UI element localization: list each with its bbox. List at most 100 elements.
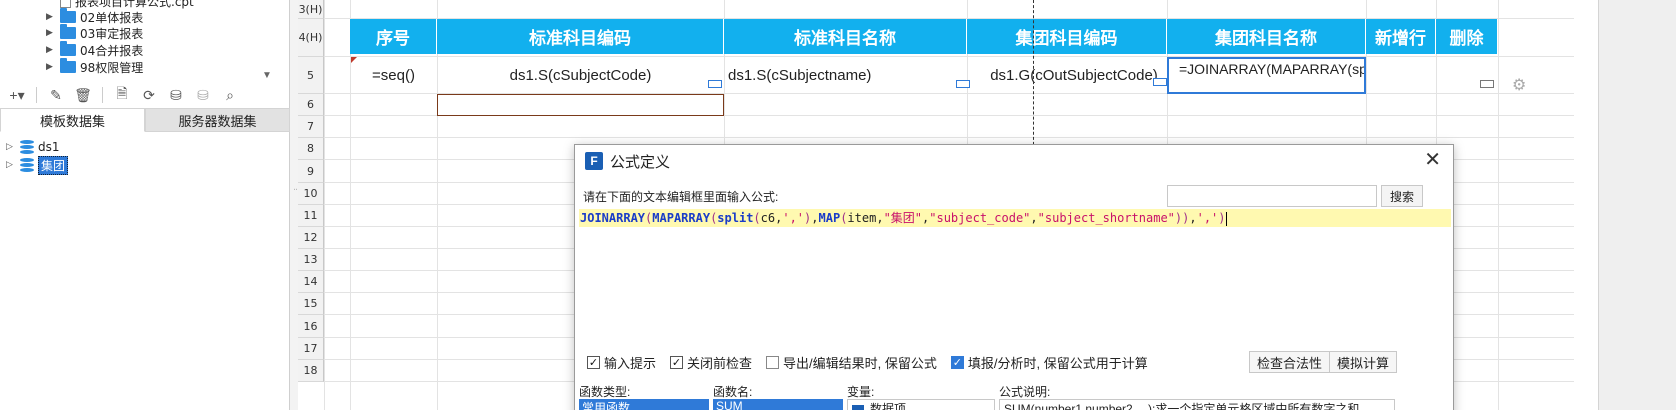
formula-token: ,: [811, 211, 819, 225]
app-window: 报表项目计算公式.cpt ▶ 02单体报表 ▶ 03审定报表 ▶ 04合并报表 …: [0, 0, 1676, 410]
data-cell[interactable]: ds1.S(cSubjectCode): [437, 57, 724, 94]
option-label: 导出/编辑结果时, 保留公式: [783, 356, 937, 371]
row-header[interactable]: 3(H): [298, 0, 324, 19]
gear-icon[interactable]: ⚙: [1512, 75, 1526, 95]
folder-icon: [60, 24, 76, 39]
data-cell[interactable]: ds1.S(cSubjectname): [728, 57, 967, 94]
add-icon[interactable]: +▾: [6, 84, 28, 106]
row-header[interactable]: 11: [298, 205, 324, 227]
row-header[interactable]: 12: [298, 227, 324, 249]
button-widget-icon[interactable]: [1480, 80, 1494, 88]
expand-arrow-icon[interactable]: ▷: [6, 142, 20, 152]
formula-token: c6: [760, 211, 776, 225]
row-header[interactable]: 4(H): [298, 19, 324, 57]
text-caret: [1225, 211, 1227, 226]
checkbox-icon[interactable]: [766, 356, 780, 369]
panel-splitter[interactable]: [290, 0, 298, 410]
dialog-titlebar[interactable]: F 公式定义: [575, 145, 1453, 177]
header-cell[interactable]: 集团科目编码: [967, 19, 1167, 54]
edit-icon[interactable]: ✎: [45, 84, 67, 106]
row-header[interactable]: 14: [298, 271, 324, 293]
row-header[interactable]: 7: [298, 116, 324, 138]
row-header[interactable]: 13: [298, 249, 324, 271]
dialog-options: ✓ 输入提示 ✓ 关闭前检查 导出/编辑结果时, 保留公式 ✓ 填报/分析时, 保留公式用于…: [587, 353, 1148, 372]
description-label: 公式说明:: [999, 385, 1051, 399]
close-icon[interactable]: ✕: [1424, 150, 1441, 170]
formula-token: (: [753, 211, 761, 225]
row-header[interactable]: 16: [298, 315, 324, 338]
expand-arrow-icon[interactable]: ▶: [46, 12, 60, 22]
row-header[interactable]: 6: [298, 94, 324, 116]
formula-line[interactable]: JOINARRAY(MAPARRAY(split(c6,','),MAP(ite…: [579, 209, 1451, 227]
function-type-item[interactable]: 常用函数: [579, 399, 709, 410]
tree-item-label: 02单体报表: [80, 10, 144, 25]
expand-arrow-icon[interactable]: ▶: [46, 62, 60, 72]
data-cell[interactable]: =seq(): [350, 57, 437, 94]
header-cell[interactable]: 标准科目名称: [724, 19, 967, 54]
row-header[interactable]: 17: [298, 338, 324, 360]
header-cell[interactable]: 标准科目编码: [437, 19, 724, 54]
formula-token: JOINARRAY: [580, 211, 646, 225]
expand-marker-icon: [1153, 78, 1167, 86]
row-header[interactable]: 15: [298, 293, 324, 315]
search-icon[interactable]: ⌕: [219, 84, 241, 106]
search-input[interactable]: [1167, 185, 1377, 207]
row-header[interactable]: 10: [298, 183, 324, 205]
copy-selection-frame: [437, 94, 724, 116]
dataset-item-ds1[interactable]: ▷ ds1: [0, 138, 290, 156]
dataset-toolbar: +▾ ✎ 🗑 🗎 ⟳ ⛁ ⛁ ⌕: [0, 82, 290, 108]
expand-arrow-icon[interactable]: ▷: [6, 160, 20, 170]
row-header[interactable]: 9: [298, 160, 324, 183]
app-logo-icon: F: [585, 152, 603, 170]
option-checkbox[interactable]: ✓ 输入提示: [587, 353, 656, 372]
formula-dialog: F 公式定义 ✕ 请在下面的文本编辑框里面输入公式: 搜索 JOINARRAY (…: [574, 144, 1454, 410]
row-header[interactable]: 18: [298, 360, 324, 382]
dataset-label: 集团: [38, 155, 69, 175]
row-header[interactable]: 8: [298, 138, 324, 160]
variable-item[interactable]: 数据项: [847, 399, 995, 410]
option-checkbox[interactable]: ✓ 填报/分析时, 保留公式用于计算: [950, 353, 1148, 372]
delete-icon[interactable]: 🗑: [72, 84, 94, 106]
header-cell[interactable]: 集团科目名称: [1167, 19, 1366, 54]
row-header[interactable]: 5: [298, 57, 324, 94]
check-validity-button[interactable]: 检查合法性: [1249, 351, 1331, 373]
database-icon: [20, 158, 34, 172]
header-cell[interactable]: 序号: [350, 19, 437, 54]
formula-token: ,: [1189, 211, 1197, 225]
preview-icon[interactable]: 🗎: [111, 84, 133, 106]
database-icon[interactable]: ⛁: [165, 84, 187, 106]
tree-item-folder[interactable]: ▶ 03审定报表: [46, 24, 143, 42]
expand-arrow-icon[interactable]: ▶: [46, 45, 60, 55]
data-cell[interactable]: ds1.G(cOutSubjectCode): [967, 57, 1167, 94]
description-text: SUM(number1,number2,…):求一个指定单元格区域中所有数字之和…: [999, 399, 1395, 410]
expand-marker-icon: [708, 80, 722, 88]
tree-item-folder[interactable]: ▶ 04合并报表: [46, 41, 143, 59]
tab-server-datasets[interactable]: 服务器数据集: [145, 108, 290, 132]
checkbox-icon[interactable]: ✓: [670, 356, 684, 369]
option-label: 填报/分析时, 保留公式用于计算: [967, 356, 1148, 371]
header-cell[interactable]: 删除: [1436, 19, 1498, 54]
expand-arrow-icon[interactable]: ▶: [46, 28, 60, 38]
database-icon: [20, 140, 34, 154]
selected-cell[interactable]: =JOINARRAY(MAPARRAY(split(c6,','),MAP(it…: [1167, 57, 1366, 94]
dataset-item-group[interactable]: ▷ 集团: [0, 155, 290, 175]
tab-template-datasets[interactable]: 模板数据集: [0, 108, 145, 132]
option-checkbox[interactable]: 导出/编辑结果时, 保留公式: [766, 353, 937, 372]
function-name-item[interactable]: SUM: [713, 399, 843, 410]
tree-item-label: 04合并报表: [80, 43, 144, 58]
checkbox-icon[interactable]: ✓: [587, 356, 600, 369]
formula-token: MAP: [818, 211, 841, 225]
collapse-chevron-icon[interactable]: ▼: [262, 70, 272, 81]
formula-token: ,: [876, 211, 884, 225]
tree-item-folder[interactable]: ▶ 98权限管理: [46, 58, 143, 74]
dataset-label: ds1: [38, 140, 60, 154]
refresh-icon[interactable]: ⟳: [138, 84, 160, 106]
header-cell[interactable]: 新增行: [1366, 19, 1436, 54]
tree-item-label: 98权限管理: [80, 60, 144, 75]
simulate-calc-button[interactable]: 模拟计算: [1329, 351, 1398, 373]
formula-token: item: [847, 211, 877, 225]
option-label: 关闭前检查: [687, 356, 753, 371]
checkbox-icon[interactable]: ✓: [950, 356, 964, 369]
search-button[interactable]: 搜索: [1381, 185, 1423, 207]
option-checkbox[interactable]: ✓ 关闭前检查: [670, 353, 752, 372]
